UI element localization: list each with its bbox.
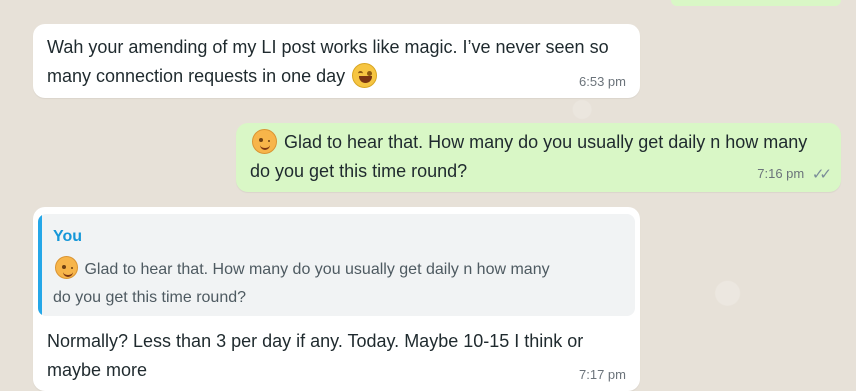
incoming-message[interactable]: Wah your amending of my LI post works li… — [33, 24, 640, 98]
quoted-message[interactable]: You Glad to hear that. How many do you u… — [38, 214, 635, 316]
message-time: 7:16 pm — [757, 166, 805, 181]
message-timestamp: 6:53 pm — [579, 74, 626, 89]
previous-message-peek — [671, 0, 841, 6]
winking-face-emoji — [252, 129, 277, 154]
quote-text: Glad to hear that. How many do you usual… — [53, 256, 553, 312]
message-body: Glad to hear that. How many do you usual… — [250, 132, 808, 181]
message-body: Wah your amending of my LI post works li… — [47, 37, 609, 86]
message-timestamp: 7:17 pm — [579, 367, 626, 382]
reply-message[interactable]: You Glad to hear that. How many do you u… — [33, 207, 640, 391]
message-timestamp: 7:16 pm ✓✓ — [757, 165, 832, 183]
quote-author: You — [53, 228, 83, 245]
message-text: Normally? Less than 3 per day if any. To… — [47, 331, 584, 380]
outgoing-message[interactable]: Glad to hear that. How many do you usual… — [236, 123, 841, 192]
read-receipt-icon: ✓✓ — [811, 166, 832, 183]
quote-accent-bar — [38, 214, 42, 316]
message-text: Glad to hear that. How many do you usual… — [250, 128, 810, 186]
winking-face-emoji — [55, 256, 78, 279]
laughing-face-emoji — [352, 63, 378, 88]
quote-body: Glad to hear that. How many do you usual… — [53, 261, 550, 306]
message-text: Wah your amending of my LI post works li… — [47, 33, 632, 91]
